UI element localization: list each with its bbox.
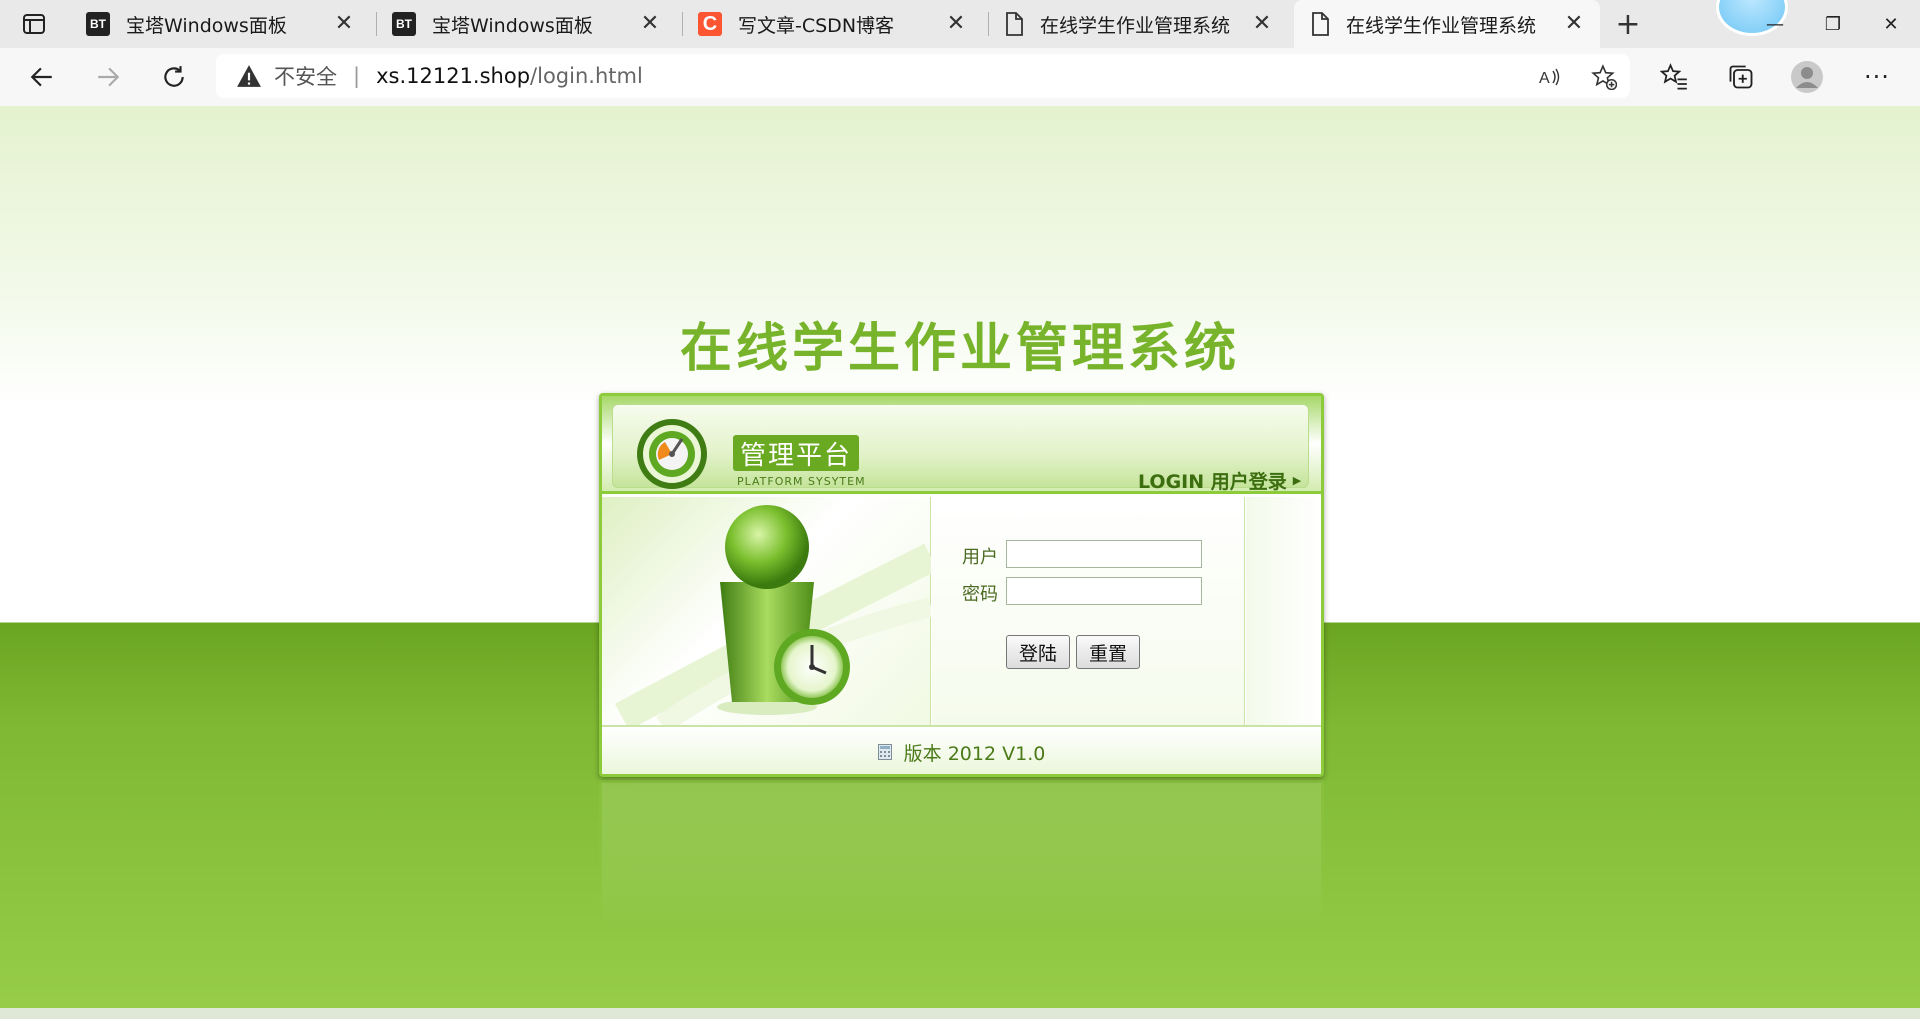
reflection-box bbox=[599, 780, 1324, 930]
close-icon[interactable]: ✕ bbox=[332, 11, 356, 36]
more-options-icon[interactable]: ··· bbox=[1860, 60, 1894, 94]
document-icon bbox=[1006, 12, 1023, 36]
user-login-label: LOGIN 用户登录 bbox=[1138, 471, 1287, 493]
refresh-button[interactable] bbox=[157, 60, 191, 94]
tab-actions-icon[interactable] bbox=[22, 12, 46, 36]
close-icon[interactable]: ✕ bbox=[1562, 11, 1586, 36]
baota-favicon-icon: BT bbox=[86, 12, 110, 36]
username-input[interactable] bbox=[1006, 540, 1202, 568]
collections-icon bbox=[1729, 65, 1753, 89]
url-host[interactable]: xs.12121.shop bbox=[376, 64, 530, 88]
restore-icon[interactable]: ❐ bbox=[1804, 0, 1862, 48]
login-page: 在线学生作业管理系统 管理平台 PLATFORM SYSYTEM LOGIN 用… bbox=[0, 106, 1920, 1008]
forward-arrow-icon bbox=[98, 67, 120, 87]
back-arrow-icon bbox=[30, 67, 52, 87]
tab-baota-1[interactable]: BT 宝塔Windows面板 ✕ bbox=[70, 0, 370, 48]
login-panel: 管理平台 PLATFORM SYSYTEM LOGIN 用户登录 ▶ 用户 密码… bbox=[599, 393, 1324, 777]
window-bottom-edge bbox=[0, 1008, 1920, 1019]
login-footer: 版本 2012 V1.0 bbox=[602, 725, 1321, 774]
user-clock-illustration-icon bbox=[614, 505, 938, 734]
url-path[interactable]: /login.html bbox=[530, 64, 643, 88]
tab-title: 宝塔Windows面板 bbox=[126, 14, 287, 37]
login-panel-reflection bbox=[599, 780, 1324, 930]
close-icon[interactable]: ✕ bbox=[1250, 11, 1274, 36]
caret-right-icon: ▶ bbox=[1292, 474, 1302, 487]
close-window-icon[interactable]: ✕ bbox=[1862, 0, 1920, 48]
username-label: 用户 bbox=[962, 547, 998, 568]
address-divider: | bbox=[353, 64, 361, 88]
forward-button[interactable] bbox=[91, 60, 125, 94]
address-bar[interactable]: 不安全 | xs.12121.shop /login.html A bbox=[216, 54, 1630, 98]
add-favorite-icon[interactable] bbox=[1590, 63, 1618, 91]
tab-title: 在线学生作业管理系统 bbox=[1040, 14, 1231, 37]
favorites-button[interactable] bbox=[1657, 60, 1691, 94]
tab-title: 在线学生作业管理系统 bbox=[1346, 14, 1537, 37]
page-title: 在线学生作业管理系统 bbox=[679, 318, 1240, 379]
tab-title: 宝塔Windows面板 bbox=[432, 14, 593, 37]
platform-subtitle: PLATFORM SYSYTEM bbox=[737, 475, 866, 488]
tab-baota-2[interactable]: BT 宝塔Windows面板 ✕ bbox=[376, 0, 676, 48]
minimize-icon[interactable]: — bbox=[1746, 0, 1804, 48]
tab-homework-1[interactable]: 在线学生作业管理系统 ✕ bbox=[988, 0, 1288, 48]
tab-homework-active[interactable]: 在线学生作业管理系统 ✕ bbox=[1294, 0, 1600, 48]
login-button[interactable]: 登陆 bbox=[1006, 635, 1070, 669]
favorites-list-icon bbox=[1660, 63, 1687, 90]
read-aloud-icon[interactable]: A bbox=[1536, 63, 1564, 91]
version-text: 版本 2012 V1.0 bbox=[903, 742, 1046, 765]
password-label: 密码 bbox=[962, 584, 998, 605]
back-button[interactable] bbox=[25, 60, 59, 94]
password-input[interactable] bbox=[1006, 577, 1202, 605]
form-side-panel bbox=[1246, 497, 1321, 725]
illustration-area bbox=[602, 497, 938, 734]
collections-button[interactable] bbox=[1724, 60, 1758, 94]
document-icon bbox=[1312, 12, 1329, 36]
profile-button[interactable] bbox=[1790, 60, 1824, 94]
avatar-icon bbox=[1791, 61, 1823, 93]
close-icon[interactable]: ✕ bbox=[944, 11, 968, 36]
platform-logo-icon bbox=[637, 419, 707, 489]
browser-toolbar: 不安全 | xs.12121.shop /login.html A ··· bbox=[0, 48, 1920, 106]
login-form: 用户 密码 登陆 重置 bbox=[932, 497, 1245, 725]
calculator-icon bbox=[877, 744, 892, 760]
csdn-favicon-icon: C bbox=[698, 12, 722, 36]
security-label[interactable]: 不安全 bbox=[274, 61, 337, 91]
tab-strip: BT 宝塔Windows面板 ✕ BT 宝塔Windows面板 ✕ C 写文章-… bbox=[0, 0, 1920, 48]
window-controls: — ❐ ✕ bbox=[1746, 0, 1920, 48]
tab-csdn[interactable]: C 写文章-CSDN博客 ✕ bbox=[682, 0, 982, 48]
login-header: 管理平台 PLATFORM SYSYTEM LOGIN 用户登录 ▶ bbox=[602, 396, 1321, 494]
svg-text:A: A bbox=[1539, 70, 1550, 87]
close-icon[interactable]: ✕ bbox=[638, 11, 662, 36]
reset-button[interactable]: 重置 bbox=[1076, 635, 1140, 669]
user-login-link[interactable]: LOGIN 用户登录 ▶ bbox=[1138, 467, 1301, 494]
baota-favicon-icon: BT bbox=[392, 12, 416, 36]
tab-title: 写文章-CSDN博客 bbox=[738, 14, 895, 37]
new-tab-button[interactable]: + bbox=[1612, 7, 1644, 42]
platform-badge: 管理平台 bbox=[733, 435, 859, 471]
login-body: 用户 密码 登陆 重置 bbox=[602, 497, 1321, 734]
warning-icon[interactable] bbox=[236, 63, 262, 89]
refresh-icon bbox=[164, 66, 184, 87]
login-header-banner: 管理平台 PLATFORM SYSYTEM LOGIN 用户登录 ▶ bbox=[612, 404, 1309, 493]
